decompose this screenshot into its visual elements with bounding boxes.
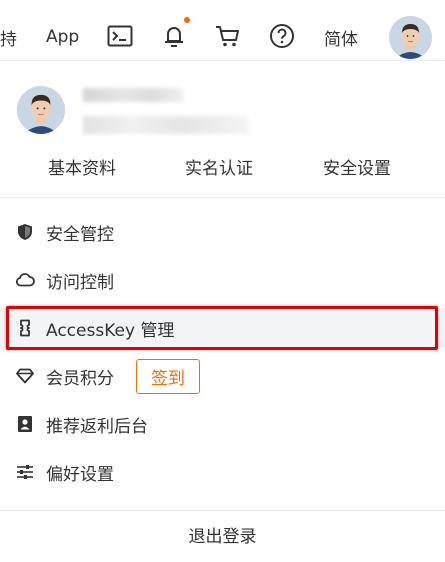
tab-basic-info[interactable]: 基本资料	[48, 154, 116, 179]
menu-item-label: 推荐返利后台	[46, 416, 148, 437]
cloud-icon	[15, 270, 35, 290]
top-nav-partial-item[interactable]: 持	[0, 22, 17, 52]
menu-item-label: 会员积分	[46, 368, 114, 389]
notification-dot	[184, 17, 190, 23]
divider	[0, 510, 445, 511]
menu-item-referral-rebate[interactable]: 推荐返利后台	[0, 404, 445, 444]
blurred-username	[83, 88, 183, 102]
avatar[interactable]	[389, 16, 432, 59]
menu-item-access-control[interactable]: 访问控制	[0, 260, 445, 300]
app-link[interactable]: App	[46, 22, 79, 52]
terminal-icon[interactable]	[106, 20, 134, 52]
profile-avatar	[17, 86, 65, 134]
help-icon[interactable]	[268, 20, 296, 52]
menu-item-label: 访问控制	[46, 272, 114, 293]
divider	[0, 197, 445, 198]
menu-item-label: 安全管控	[46, 224, 114, 245]
shield-icon	[15, 222, 35, 242]
blurred-account-id	[83, 116, 248, 134]
tab-security-settings[interactable]: 安全设置	[323, 154, 391, 179]
signin-button[interactable]: 签到	[136, 359, 200, 394]
bell-icon[interactable]	[160, 20, 188, 52]
menu-item-preferences[interactable]: 偏好设置	[0, 452, 445, 492]
menu-item-label: 偏好设置	[46, 464, 114, 485]
sliders-icon	[15, 462, 35, 482]
logout-button[interactable]: 退出登录	[0, 512, 445, 556]
language-switch[interactable]: 简体	[324, 22, 358, 52]
menu-item-member-points[interactable]: 会员积分	[0, 356, 445, 396]
cart-icon[interactable]	[214, 20, 242, 52]
highlight-box	[6, 306, 438, 350]
menu-item-security-control[interactable]: 安全管控	[0, 212, 445, 252]
diamond-icon	[15, 366, 35, 386]
tab-real-name-auth[interactable]: 实名认证	[185, 154, 253, 179]
portrait-icon	[15, 414, 35, 434]
profile-tabs: 基本资料 实名认证 安全设置	[0, 150, 445, 180]
